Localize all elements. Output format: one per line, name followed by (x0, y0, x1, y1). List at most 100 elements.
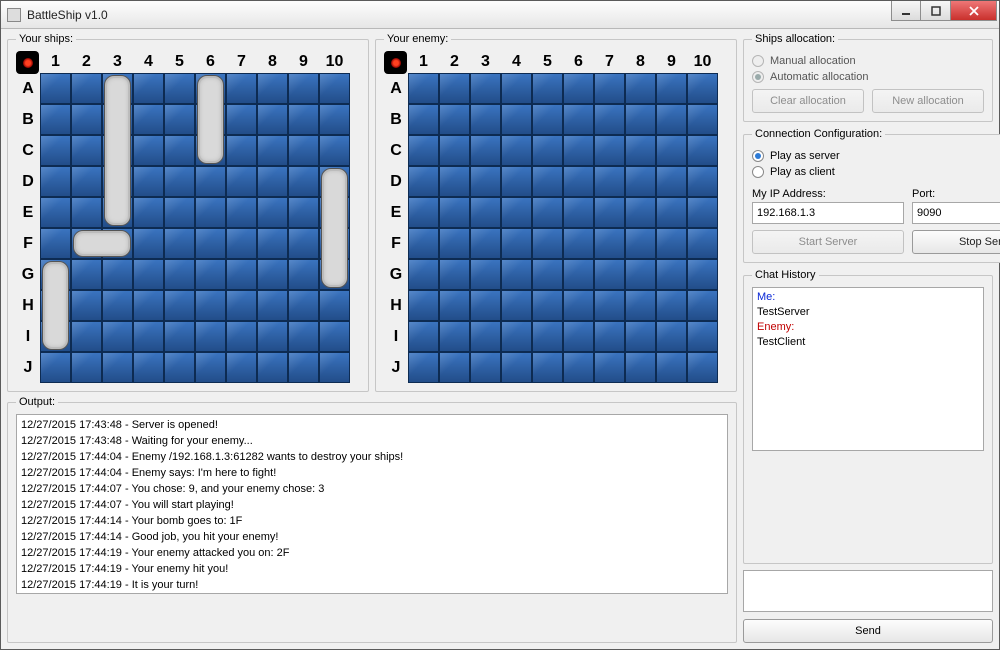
grid-cell[interactable] (408, 104, 439, 135)
grid-cell[interactable] (195, 166, 226, 197)
grid-cell[interactable] (470, 228, 501, 259)
play-as-server-radio[interactable]: Play as server (752, 150, 1000, 162)
grid-cell[interactable] (71, 197, 102, 228)
grid-cell[interactable] (288, 197, 319, 228)
grid-cell[interactable] (470, 197, 501, 228)
grid-cell[interactable] (71, 352, 102, 383)
grid-cell[interactable] (319, 290, 350, 321)
grid-cell[interactable] (687, 228, 718, 259)
grid-cell[interactable] (532, 352, 563, 383)
grid-cell[interactable] (288, 104, 319, 135)
grid-cell[interactable] (501, 73, 532, 104)
grid-cell[interactable] (40, 166, 71, 197)
grid-cell[interactable] (563, 321, 594, 352)
grid-cell[interactable] (563, 104, 594, 135)
grid-cell[interactable] (71, 135, 102, 166)
grid-cell[interactable] (408, 73, 439, 104)
grid-cell[interactable] (594, 104, 625, 135)
grid-cell[interactable] (408, 166, 439, 197)
grid-cell[interactable] (195, 197, 226, 228)
grid-cell[interactable] (226, 259, 257, 290)
grid-cell[interactable] (625, 73, 656, 104)
grid-cell[interactable] (501, 259, 532, 290)
grid-cell[interactable] (319, 104, 350, 135)
grid-cell[interactable] (319, 321, 350, 352)
grid-cell[interactable] (501, 135, 532, 166)
grid-cell[interactable] (133, 73, 164, 104)
grid-cell[interactable] (470, 259, 501, 290)
grid-cell[interactable] (164, 228, 195, 259)
grid-cell[interactable] (164, 352, 195, 383)
grid-cell[interactable] (501, 166, 532, 197)
grid-cell[interactable] (532, 259, 563, 290)
grid-cell[interactable] (133, 228, 164, 259)
grid-cell[interactable] (408, 290, 439, 321)
grid-cell[interactable] (40, 197, 71, 228)
your-ships-grid[interactable]: 12345678910ABCDEFGHIJ (16, 51, 350, 383)
grid-cell[interactable] (408, 352, 439, 383)
grid-cell[interactable] (226, 352, 257, 383)
grid-cell[interactable] (133, 135, 164, 166)
grid-cell[interactable] (656, 228, 687, 259)
grid-cell[interactable] (532, 135, 563, 166)
grid-cell[interactable] (532, 197, 563, 228)
grid-cell[interactable] (257, 259, 288, 290)
ip-address-input[interactable] (752, 202, 904, 224)
grid-cell[interactable] (625, 228, 656, 259)
grid-cell[interactable] (257, 321, 288, 352)
grid-cell[interactable] (625, 104, 656, 135)
port-input[interactable] (912, 202, 1000, 224)
grid-cell[interactable] (687, 321, 718, 352)
grid-cell[interactable] (195, 352, 226, 383)
grid-cell[interactable] (501, 104, 532, 135)
grid-cell[interactable] (133, 197, 164, 228)
grid-cell[interactable] (687, 259, 718, 290)
grid-cell[interactable] (257, 352, 288, 383)
grid-cell[interactable] (687, 166, 718, 197)
grid-cell[interactable] (288, 228, 319, 259)
maximize-button[interactable] (921, 1, 951, 21)
grid-cell[interactable] (102, 290, 133, 321)
grid-cell[interactable] (226, 290, 257, 321)
grid-cell[interactable] (563, 135, 594, 166)
grid-cell[interactable] (656, 290, 687, 321)
grid-cell[interactable] (40, 73, 71, 104)
grid-cell[interactable] (133, 104, 164, 135)
grid-cell[interactable] (288, 321, 319, 352)
grid-cell[interactable] (40, 135, 71, 166)
grid-cell[interactable] (164, 321, 195, 352)
grid-cell[interactable] (687, 290, 718, 321)
grid-cell[interactable] (563, 166, 594, 197)
grid-cell[interactable] (501, 290, 532, 321)
grid-cell[interactable] (594, 290, 625, 321)
grid-cell[interactable] (563, 228, 594, 259)
grid-cell[interactable] (257, 73, 288, 104)
stop-server-button[interactable]: Stop Server (912, 230, 1000, 254)
grid-cell[interactable] (656, 259, 687, 290)
grid-cell[interactable] (563, 197, 594, 228)
grid-cell[interactable] (439, 104, 470, 135)
grid-cell[interactable] (625, 166, 656, 197)
grid-cell[interactable] (288, 352, 319, 383)
grid-cell[interactable] (195, 259, 226, 290)
grid-cell[interactable] (625, 197, 656, 228)
grid-cell[interactable] (563, 259, 594, 290)
grid-cell[interactable] (687, 104, 718, 135)
grid-cell[interactable] (656, 166, 687, 197)
grid-cell[interactable] (226, 104, 257, 135)
grid-cell[interactable] (656, 135, 687, 166)
grid-cell[interactable] (625, 321, 656, 352)
grid-cell[interactable] (439, 228, 470, 259)
your-enemy-grid[interactable]: 12345678910ABCDEFGHIJ (384, 51, 718, 383)
minimize-button[interactable] (891, 1, 921, 21)
grid-cell[interactable] (470, 166, 501, 197)
grid-cell[interactable] (40, 352, 71, 383)
grid-cell[interactable] (625, 352, 656, 383)
grid-cell[interactable] (319, 73, 350, 104)
grid-cell[interactable] (102, 259, 133, 290)
grid-cell[interactable] (71, 290, 102, 321)
grid-cell[interactable] (594, 73, 625, 104)
grid-cell[interactable] (133, 166, 164, 197)
grid-cell[interactable] (656, 197, 687, 228)
grid-cell[interactable] (257, 197, 288, 228)
